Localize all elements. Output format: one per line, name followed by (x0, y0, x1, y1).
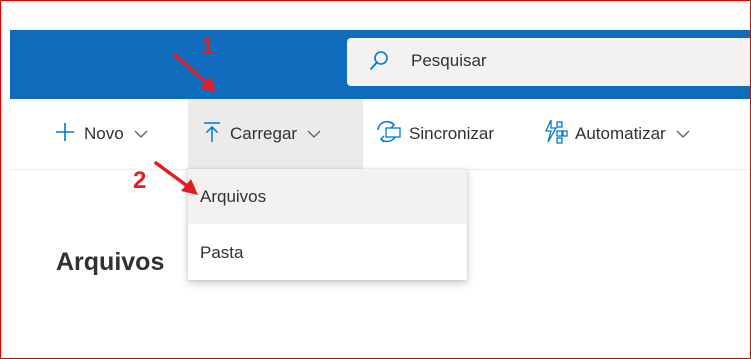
command-bar: Novo Carregar Sincronizar Automatizar (10, 99, 751, 170)
chevron-down-icon (307, 124, 321, 144)
chevron-down-icon (134, 124, 148, 144)
search-icon (369, 50, 389, 77)
upload-icon (203, 121, 221, 148)
automate-icon (542, 119, 568, 150)
sync-button-label: Sincronizar (409, 124, 495, 143)
upload-button[interactable]: Carregar (188, 99, 363, 169)
annotation-arrow-icon (173, 53, 216, 92)
automate-button[interactable]: Automatizar (542, 99, 690, 169)
search-placeholder: Pesquisar (411, 51, 487, 70)
annotation-step-2: 2 (133, 167, 147, 194)
automate-button-label: Automatizar (575, 124, 666, 143)
menu-item-folder[interactable]: Pasta (188, 225, 467, 280)
sync-icon (374, 119, 402, 150)
plus-icon (55, 122, 75, 147)
search-box[interactable]: Pesquisar (347, 38, 751, 86)
annotation-arrow-icon (154, 161, 198, 195)
upload-button-label: Carregar (230, 124, 298, 143)
sync-button[interactable]: Sincronizar (374, 99, 494, 169)
chevron-down-icon (676, 124, 690, 144)
new-button[interactable]: Novo (55, 99, 148, 169)
upload-menu: Arquivos Pasta (188, 169, 467, 280)
menu-item-files[interactable]: Arquivos (188, 169, 467, 224)
page-title: Arquivos (56, 248, 165, 276)
new-button-label: Novo (84, 124, 124, 143)
